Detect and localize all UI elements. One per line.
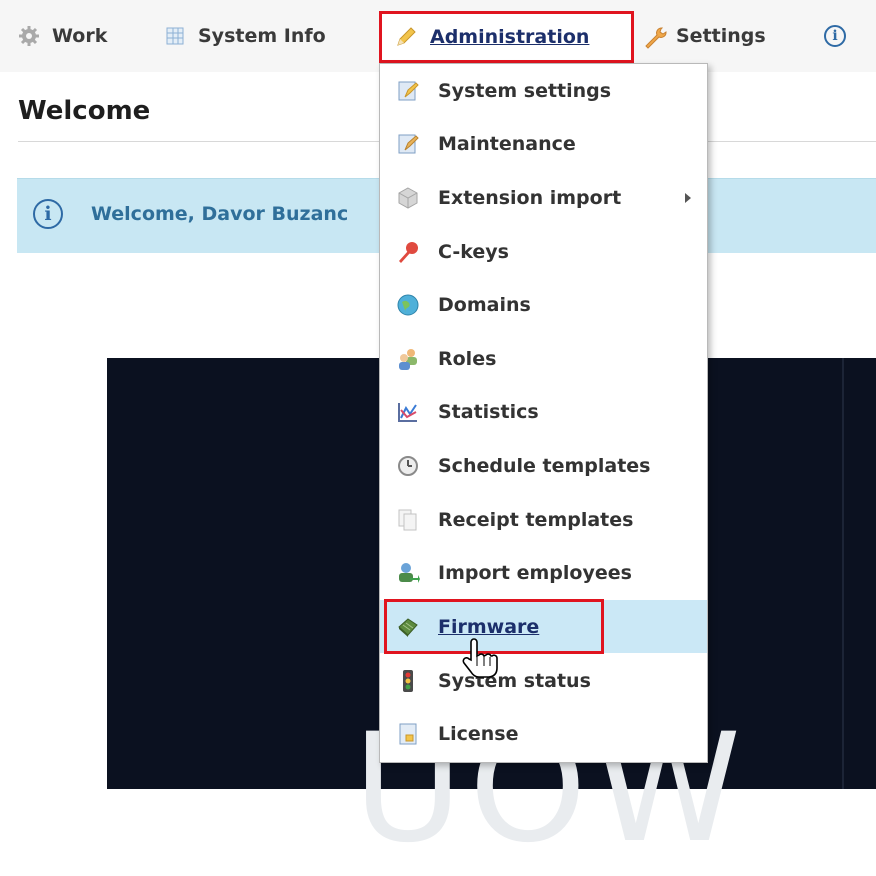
dropdown-item-schedule-templates[interactable]: Schedule templates bbox=[380, 439, 707, 492]
dropdown-item-label: License bbox=[438, 722, 519, 745]
settings-doc-icon bbox=[396, 79, 420, 103]
gear-icon bbox=[18, 25, 40, 47]
dropdown-item-label: Maintenance bbox=[438, 132, 576, 155]
menu-administration-label: Administration bbox=[430, 26, 590, 48]
dropdown-item-label: Statistics bbox=[438, 400, 539, 423]
dropdown-item-label: Roles bbox=[438, 347, 497, 370]
chart-icon bbox=[396, 400, 420, 424]
maintenance-doc-icon bbox=[396, 132, 420, 156]
info-circle-icon: i bbox=[33, 199, 63, 229]
dropdown-item-system-settings[interactable]: System settings bbox=[380, 64, 707, 117]
menu-about[interactable]: i bbox=[824, 20, 858, 52]
dropdown-item-statistics[interactable]: Statistics bbox=[380, 385, 707, 438]
dropdown-item-c-keys[interactable]: C-keys bbox=[380, 225, 707, 278]
users-icon bbox=[396, 347, 420, 371]
license-doc-icon bbox=[396, 722, 420, 746]
dropdown-item-label: Domains bbox=[438, 293, 531, 316]
dropdown-item-extension-import[interactable]: Extension import bbox=[380, 171, 707, 224]
pages-icon bbox=[396, 508, 420, 532]
wrench-icon bbox=[642, 25, 667, 49]
dropdown-item-maintenance[interactable]: Maintenance bbox=[380, 117, 707, 170]
info-icon: i bbox=[824, 25, 846, 47]
menu-system-info[interactable]: System Info bbox=[164, 20, 326, 52]
menu-work[interactable]: Work bbox=[18, 20, 107, 52]
welcome-message: Welcome, Davor Buzanc bbox=[91, 203, 349, 225]
dropdown-item-label: Extension import bbox=[438, 186, 622, 209]
menu-work-label: Work bbox=[52, 25, 108, 47]
menu-settings-label: Settings bbox=[676, 25, 766, 47]
menu-system-info-label: System Info bbox=[198, 25, 326, 47]
top-menubar: Work System Info Administration Settings… bbox=[0, 0, 876, 72]
dropdown-item-license[interactable]: License bbox=[380, 707, 707, 760]
clock-icon bbox=[396, 454, 420, 478]
banner-edge bbox=[842, 358, 844, 789]
hand-cursor-icon bbox=[459, 636, 503, 680]
menu-settings[interactable]: Settings bbox=[642, 20, 766, 52]
dropdown-item-label: C-keys bbox=[438, 240, 509, 263]
dropdown-item-label: Import employees bbox=[438, 561, 632, 584]
dropdown-item-receipt-templates[interactable]: Receipt templates bbox=[380, 493, 707, 546]
menu-administration[interactable]: Administration bbox=[379, 11, 634, 63]
extension-cube-icon bbox=[396, 186, 420, 210]
dropdown-item-label: Schedule templates bbox=[438, 454, 651, 477]
dropdown-item-label: System settings bbox=[438, 79, 612, 102]
dropdown-item-roles[interactable]: Roles bbox=[380, 332, 707, 385]
page-title: Welcome bbox=[18, 96, 151, 126]
key-icon bbox=[396, 240, 420, 264]
dropdown-item-import-employees[interactable]: Import employees bbox=[380, 546, 707, 599]
dropdown-item-domains[interactable]: Domains bbox=[380, 278, 707, 331]
pencil-icon bbox=[394, 25, 418, 49]
administration-dropdown: System settings Maintenance Extension im… bbox=[379, 63, 708, 763]
table-icon bbox=[164, 25, 186, 47]
traffic-light-icon bbox=[396, 669, 420, 693]
globe-icon bbox=[396, 293, 420, 317]
import-user-icon bbox=[396, 561, 420, 585]
submenu-arrow-icon bbox=[685, 192, 691, 203]
dropdown-item-system-status[interactable]: System status bbox=[380, 654, 707, 707]
dropdown-item-label: Receipt templates bbox=[438, 508, 634, 531]
